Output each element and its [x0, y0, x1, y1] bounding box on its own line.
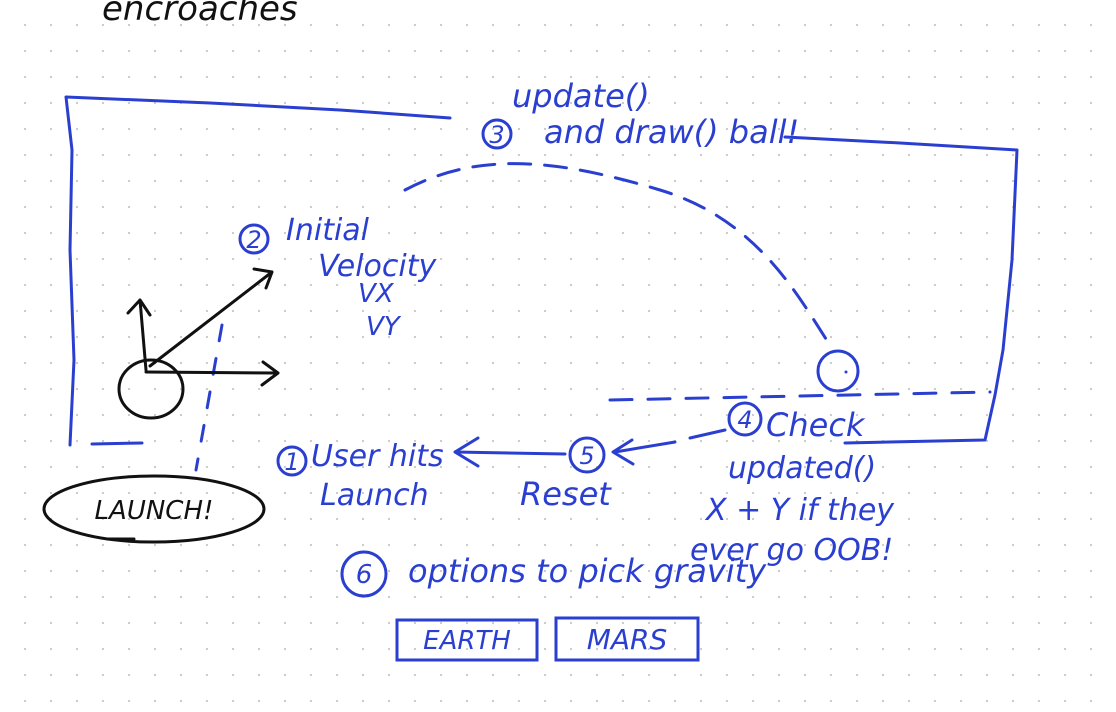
step2-line1: Initial [286, 213, 370, 248]
step6-label: options to pick gravity [408, 552, 767, 590]
ground-dash [90, 441, 144, 446]
header-fragment: encroaches [102, 0, 298, 29]
launch-button-label: LAUNCH! [95, 496, 214, 526]
step2-number: 2 [246, 226, 261, 254]
trajectory-arc [403, 162, 832, 347]
earth-button[interactable]: EARTH [395, 618, 539, 662]
step4-line2: updated() [728, 451, 876, 486]
vx-arrow [144, 360, 280, 387]
step3-pre: update() [512, 77, 650, 115]
launch-ball-group [117, 267, 280, 420]
mars-button[interactable]: MARS [554, 616, 700, 662]
step5-label: Reset [520, 475, 612, 513]
earth-button-label: EARTH [423, 626, 511, 656]
velocity-arrow [148, 267, 274, 368]
step4-number: 4 [737, 406, 752, 434]
step1-line1: User hits [311, 439, 444, 474]
step6-number: 6 [356, 560, 373, 590]
step3-label: and draw() ball! [544, 113, 799, 151]
step2-line3: VX [358, 279, 395, 309]
ball-landing-dot [844, 370, 848, 374]
launch-ball [117, 358, 185, 420]
mars-button-label: MARS [587, 623, 668, 656]
step5-number: 5 [579, 442, 594, 470]
step1-line2: Launch [320, 478, 429, 513]
check-to-reset-arrow [611, 428, 727, 466]
guide-line [194, 323, 224, 472]
launch-button[interactable]: LAUNCH! [42, 474, 266, 544]
whiteboard-sketch: encroaches update() 3 and draw() ball! 2… [42, 0, 1019, 662]
oob-line [608, 390, 992, 402]
step4-line1: Check [766, 406, 866, 444]
step4-line3: X + Y if they [704, 493, 895, 528]
step3-number: 3 [489, 121, 504, 149]
step2-line4: VY [366, 312, 402, 342]
reset-to-launch-arrow [453, 436, 567, 468]
ball-landing [816, 349, 860, 393]
step1-number: 1 [284, 448, 299, 476]
